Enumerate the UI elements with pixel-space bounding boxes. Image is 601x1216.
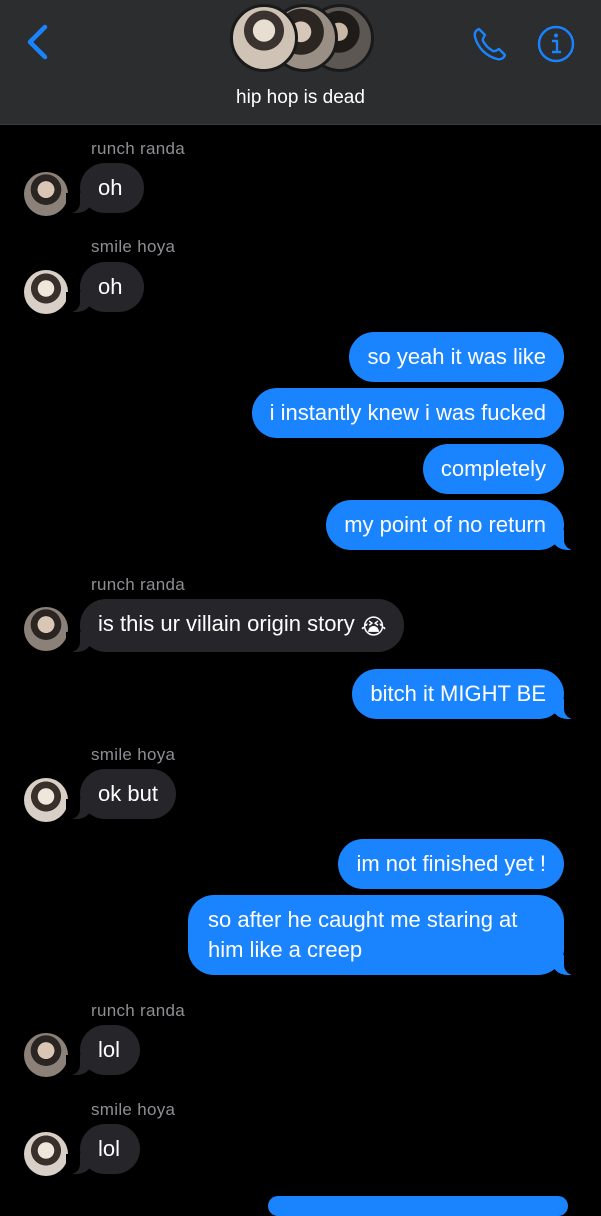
- conversation-header: hip hop is dead: [0, 0, 601, 125]
- sender-name: smile hoya: [91, 1100, 176, 1119]
- call-button[interactable]: [470, 24, 510, 64]
- info-icon: [537, 25, 575, 63]
- chevron-left-icon: [27, 24, 48, 60]
- sender-name: runch randa: [91, 575, 186, 594]
- sender-name: smile hoya: [91, 745, 176, 764]
- group-avatars[interactable]: [230, 4, 374, 76]
- outgoing-message[interactable]: so after he caught me staring at him lik…: [188, 895, 578, 975]
- avatar[interactable]: [24, 778, 68, 822]
- message-text: oh: [98, 175, 123, 200]
- incoming-message[interactable]: oh: [66, 163, 144, 213]
- message-text: completely: [440, 456, 546, 481]
- outgoing-message[interactable]: [268, 1196, 568, 1216]
- back-button[interactable]: [20, 22, 54, 62]
- crying-emoji-icon: 😭: [360, 614, 387, 639]
- message-text: lol: [98, 1136, 121, 1161]
- message-text: im not finished yet !: [356, 851, 546, 876]
- message-text: i instantly knew i was fucked: [269, 400, 546, 425]
- avatar[interactable]: [24, 270, 68, 314]
- outgoing-message[interactable]: im not finished yet !: [338, 839, 564, 889]
- group-member-avatar: [230, 4, 298, 72]
- sender-name: runch randa: [91, 1001, 186, 1020]
- outgoing-message[interactable]: bitch it MIGHT BE: [352, 669, 578, 719]
- sender-name: runch randa: [91, 139, 186, 158]
- avatar[interactable]: [24, 1132, 68, 1176]
- phone-icon: [473, 27, 507, 61]
- message-text: so after he caught me staring at him lik…: [208, 907, 518, 962]
- outgoing-message[interactable]: so yeah it was like: [349, 332, 564, 382]
- avatar[interactable]: [24, 1033, 68, 1077]
- message-text: is this ur villain origin story: [98, 611, 355, 636]
- message-text: so yeah it was like: [367, 344, 546, 369]
- incoming-message[interactable]: lol: [66, 1124, 140, 1174]
- message-text: bitch it MIGHT BE: [370, 681, 546, 706]
- sender-name: smile hoya: [91, 237, 176, 256]
- incoming-message[interactable]: is this ur villain origin story 😭: [65, 599, 405, 652]
- message-text: lol: [98, 1037, 121, 1062]
- message-text: oh: [98, 274, 123, 299]
- message-text: ok but: [98, 781, 158, 806]
- incoming-message[interactable]: oh: [66, 262, 144, 312]
- avatar[interactable]: [24, 607, 68, 651]
- message-text: my point of no return: [344, 512, 546, 537]
- incoming-message[interactable]: ok but: [66, 769, 176, 819]
- avatar[interactable]: [24, 172, 68, 216]
- info-button[interactable]: [536, 24, 576, 64]
- group-title[interactable]: hip hop is dead: [0, 87, 601, 109]
- outgoing-message[interactable]: i instantly knew i was fucked: [251, 388, 564, 438]
- incoming-message[interactable]: lol: [66, 1025, 140, 1075]
- outgoing-message[interactable]: completely: [422, 444, 564, 494]
- outgoing-message[interactable]: my point of no return: [326, 500, 578, 550]
